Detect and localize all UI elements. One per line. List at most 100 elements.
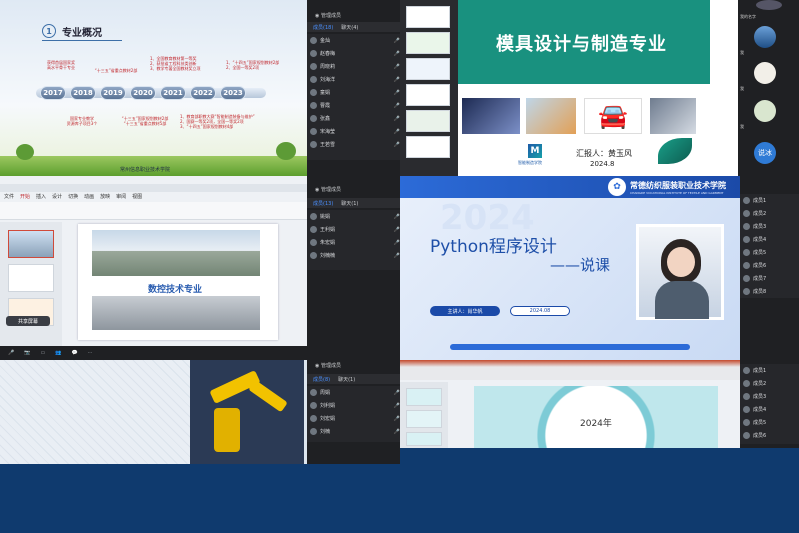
speaker-pill: 主讲人：肖华帆	[430, 306, 500, 316]
menu-view[interactable]: 视图	[132, 193, 142, 200]
school-logo-icon: M	[528, 144, 542, 158]
avatar[interactable]	[754, 100, 776, 122]
avatar-name-badge[interactable]: 说冰	[754, 142, 776, 164]
menu-home[interactable]: 开始	[20, 193, 30, 200]
video-name-4: 我	[740, 124, 744, 129]
thumb-5[interactable]	[406, 110, 450, 132]
thumb-2[interactable]	[406, 32, 450, 54]
thumb-2[interactable]	[406, 410, 442, 428]
date-pill: 2024.08	[510, 306, 570, 316]
list-item[interactable]: 成员1	[740, 194, 799, 207]
panel-slide-professional-overview: 1 专业概况 获得首届国家奖 高水平骨干专业 “十三五”省重点教材2部 1、全国…	[0, 0, 307, 176]
tab-chat[interactable]: 聊天(4)	[341, 24, 358, 31]
list-item[interactable]: 成员3	[740, 220, 799, 233]
avatar[interactable]	[754, 26, 776, 48]
mic-icon[interactable]: 🎤	[8, 350, 14, 356]
list-item[interactable]: 刘楠楠 🎤	[307, 249, 400, 262]
list-item[interactable]: 成员5	[740, 416, 799, 429]
ribbon	[0, 202, 307, 220]
video-name-3: 我	[740, 86, 744, 91]
menu-insert[interactable]: 插入	[36, 193, 46, 200]
list-item[interactable]: 成员4	[740, 403, 799, 416]
share-screen-badge[interactable]: 共享屏幕	[6, 316, 50, 326]
list-item[interactable]: 童娟 🎤	[307, 86, 400, 99]
menu-review[interactable]: 审阅	[116, 193, 126, 200]
participants-tabs: 成员(13) 聊天(1)	[307, 198, 400, 208]
list-item[interactable]: 朱宏娟 🎤	[307, 236, 400, 249]
thumb-1[interactable]	[406, 388, 442, 406]
list-item[interactable]: 周娟 🎤	[307, 386, 400, 399]
list-item[interactable]: 成员1	[740, 364, 799, 377]
list-item[interactable]: 宋海莹 🎤	[307, 125, 400, 138]
thumb-2[interactable]	[8, 264, 54, 292]
tab-chat[interactable]: 聊天(1)	[341, 200, 358, 207]
avatar[interactable]	[754, 62, 776, 84]
year-2021: 2021	[160, 86, 186, 100]
panel-video-strip-2: 成员1 成员2 成员3 成员4 成员5 成员6 成员7 成员8	[740, 176, 799, 360]
more-icon[interactable]: ⋯	[88, 350, 93, 356]
slide-year: 2024年	[580, 419, 612, 429]
thumb-3[interactable]	[406, 58, 450, 80]
list-item[interactable]: 周晓莉 🎤	[307, 60, 400, 73]
robot-base-icon	[214, 408, 240, 452]
list-item[interactable]: 王若雪 🎤	[307, 138, 400, 151]
meeting-control-bar: 🎤 📷 ▭ 👥 💬 ⋯	[0, 346, 307, 360]
panel-video-strip-1: 我的名字 我 我 我 说冰	[738, 0, 799, 176]
list-item[interactable]: 刘海洋 🎤	[307, 73, 400, 86]
list-item[interactable]: 王利娟 🎤	[307, 223, 400, 236]
tab-members[interactable]: 成员(13)	[313, 200, 333, 207]
note-top-4: 1、“十四五”国家规划教材2部 2、全国一等奖2项	[226, 60, 280, 70]
list-item[interactable]: 刘利娟 🎤	[307, 399, 400, 412]
list-item[interactable]: 张鑫 🎤	[307, 112, 400, 125]
list-item[interactable]: 赵春梅 🎤	[307, 47, 400, 60]
participants-header: ◉ 管理成员	[315, 363, 341, 369]
report-date: 2024.8	[590, 160, 615, 168]
menu-slideshow[interactable]: 放映	[100, 193, 110, 200]
member-list: 成员1 成员2 成员3 成员4 成员5 成员6	[740, 364, 799, 444]
list-item[interactable]: 成员7	[740, 272, 799, 285]
campus-photo	[92, 230, 260, 276]
note-top-1: 获得首届国家奖 高水平骨干专业	[47, 60, 75, 70]
list-item[interactable]: 成员5	[740, 246, 799, 259]
panel-video-strip-3: 成员1 成员2 成员3 成员4 成员5 成员6	[740, 360, 799, 448]
tab-members[interactable]: 成员(18)	[313, 24, 333, 31]
panel-slide-python: ✿ 常德纺织服装职业技术学院 CHANGDE VOCATIONAL INSTIT…	[400, 176, 740, 360]
tab-members[interactable]: 成员(8)	[313, 376, 330, 383]
panel-slide-editor-2: 2024年	[400, 360, 740, 448]
slide-canvas[interactable]: 数控技术专业	[78, 224, 278, 340]
menu-file[interactable]: 文件	[4, 193, 14, 200]
avatar[interactable]	[756, 0, 782, 10]
members-icon[interactable]: 👥	[55, 350, 61, 356]
menu-design[interactable]: 设计	[52, 193, 62, 200]
panel-slide-robot	[0, 360, 307, 464]
thumb-1[interactable]	[8, 230, 54, 258]
list-item[interactable]: 刘楠 🎤	[307, 425, 400, 438]
list-item[interactable]: 成员6	[740, 259, 799, 272]
list-item[interactable]: 成员3	[740, 390, 799, 403]
image-phones	[462, 98, 520, 134]
tab-chat[interactable]: 聊天(1)	[338, 376, 355, 383]
thumb-6[interactable]	[406, 136, 450, 158]
menu-transition[interactable]: 切换	[68, 193, 78, 200]
list-item[interactable]: 姚娟 🎤	[307, 210, 400, 223]
presenter-photo	[636, 224, 724, 320]
list-item[interactable]: 成员2	[740, 207, 799, 220]
chat-icon[interactable]: 💬	[71, 350, 77, 356]
list-item[interactable]: 成员4	[740, 233, 799, 246]
school-logo-icon: ✿	[608, 178, 626, 196]
camera-icon[interactable]: 📷	[24, 350, 30, 356]
list-item[interactable]: 曹霞 🎤	[307, 99, 400, 112]
list-item[interactable]: 金灿 🎤	[307, 34, 400, 47]
list-item[interactable]: 成员8	[740, 285, 799, 298]
list-item[interactable]: 成员6	[740, 429, 799, 442]
slide-canvas[interactable]: 2024年	[474, 386, 718, 448]
panel-participants-2: ◉ 管理成员 成员(13) 聊天(1) 姚娟 🎤 王利娟 🎤 朱宏娟 🎤 刘楠楠 🎤	[307, 176, 400, 360]
thumb-3[interactable]	[406, 432, 442, 446]
menu-animation[interactable]: 动画	[84, 193, 94, 200]
panel-participants-1: ◉ 管理成员 成员(18) 聊天(4) 金灿 🎤 赵春梅 🎤 周晓莉 🎤 刘海洋 🎤 童…	[307, 0, 400, 176]
list-item[interactable]: 刘宏娟 🎤	[307, 412, 400, 425]
share-icon[interactable]: ▭	[40, 350, 45, 356]
thumb-1[interactable]	[406, 6, 450, 28]
thumb-4[interactable]	[406, 84, 450, 106]
list-item[interactable]: 成员2	[740, 377, 799, 390]
